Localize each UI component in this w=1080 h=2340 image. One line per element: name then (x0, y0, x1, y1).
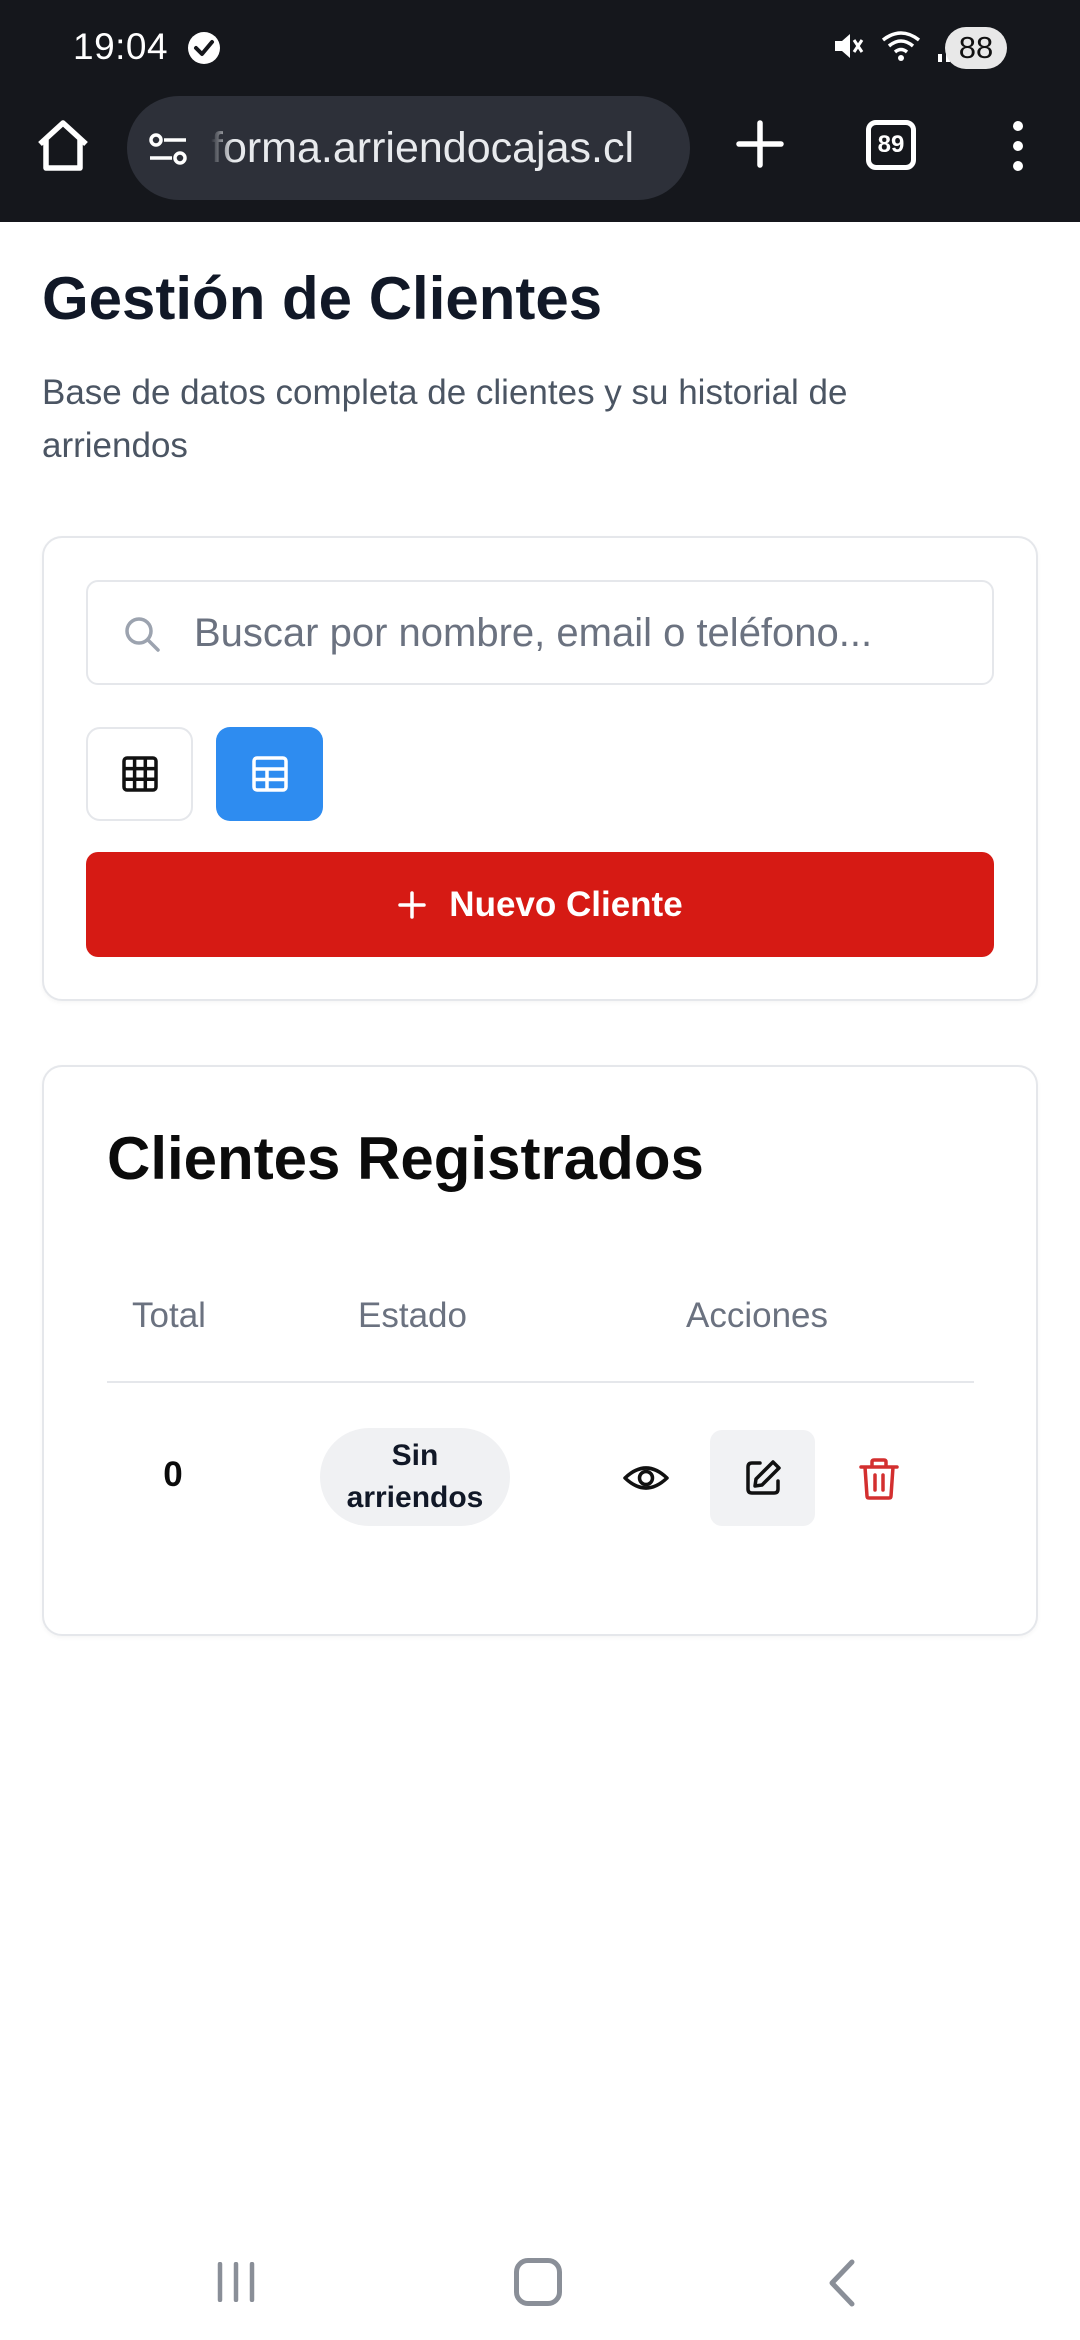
address-bar[interactable]: forma.arriendocajas.cl (127, 96, 690, 200)
url-text: forma.arriendocajas.cl (211, 124, 635, 172)
nav-home-icon[interactable] (514, 2258, 562, 2306)
status-badge: Sin arriendos (320, 1428, 510, 1526)
column-header-total: Total (132, 1296, 206, 1335)
home-icon[interactable] (34, 116, 92, 174)
plus-icon (398, 890, 427, 919)
new-tab-icon[interactable] (733, 117, 787, 171)
column-header-estado: Estado (358, 1296, 467, 1335)
tab-switcher-button[interactable]: 89 (866, 120, 916, 170)
more-menu-icon[interactable] (1003, 118, 1033, 174)
column-header-acciones: Acciones (686, 1296, 829, 1335)
status-time: 19:04 (73, 26, 169, 67)
search-input[interactable] (194, 600, 974, 666)
new-client-button[interactable]: Nuevo Cliente (86, 852, 994, 957)
mute-icon (835, 34, 864, 58)
tab-count: 89 (877, 131, 905, 158)
search-icon (125, 617, 160, 652)
search-field[interactable] (86, 580, 994, 685)
table-icon (251, 756, 288, 792)
url-fade (211, 120, 233, 176)
page-description: Base de datos completa de clientes y su … (42, 373, 848, 465)
table-divider (107, 1381, 974, 1383)
delete-icon[interactable] (856, 1456, 902, 1502)
back-icon[interactable] (822, 2258, 862, 2308)
edit-button[interactable] (710, 1430, 815, 1526)
table-title: Clientes Registrados (107, 1125, 704, 1192)
battery-level: 88 (945, 27, 1007, 69)
wifi-icon (881, 31, 921, 61)
table-view-button[interactable] (216, 727, 323, 821)
browser-chrome: 19:04 88 forma.arriendocajas.cl 89 (0, 0, 1080, 222)
recent-apps-icon[interactable] (214, 2262, 258, 2302)
view-icon[interactable] (622, 1454, 670, 1502)
grid-icon (121, 756, 158, 792)
check-circle-icon (188, 32, 220, 64)
edit-icon (745, 1460, 781, 1495)
cell-total: 0 (163, 1455, 183, 1494)
page-title: Gestión de Clientes (42, 265, 603, 332)
grid-view-button[interactable] (86, 727, 193, 821)
new-client-label: Nuevo Cliente (449, 884, 683, 924)
site-settings-icon[interactable] (147, 128, 189, 170)
